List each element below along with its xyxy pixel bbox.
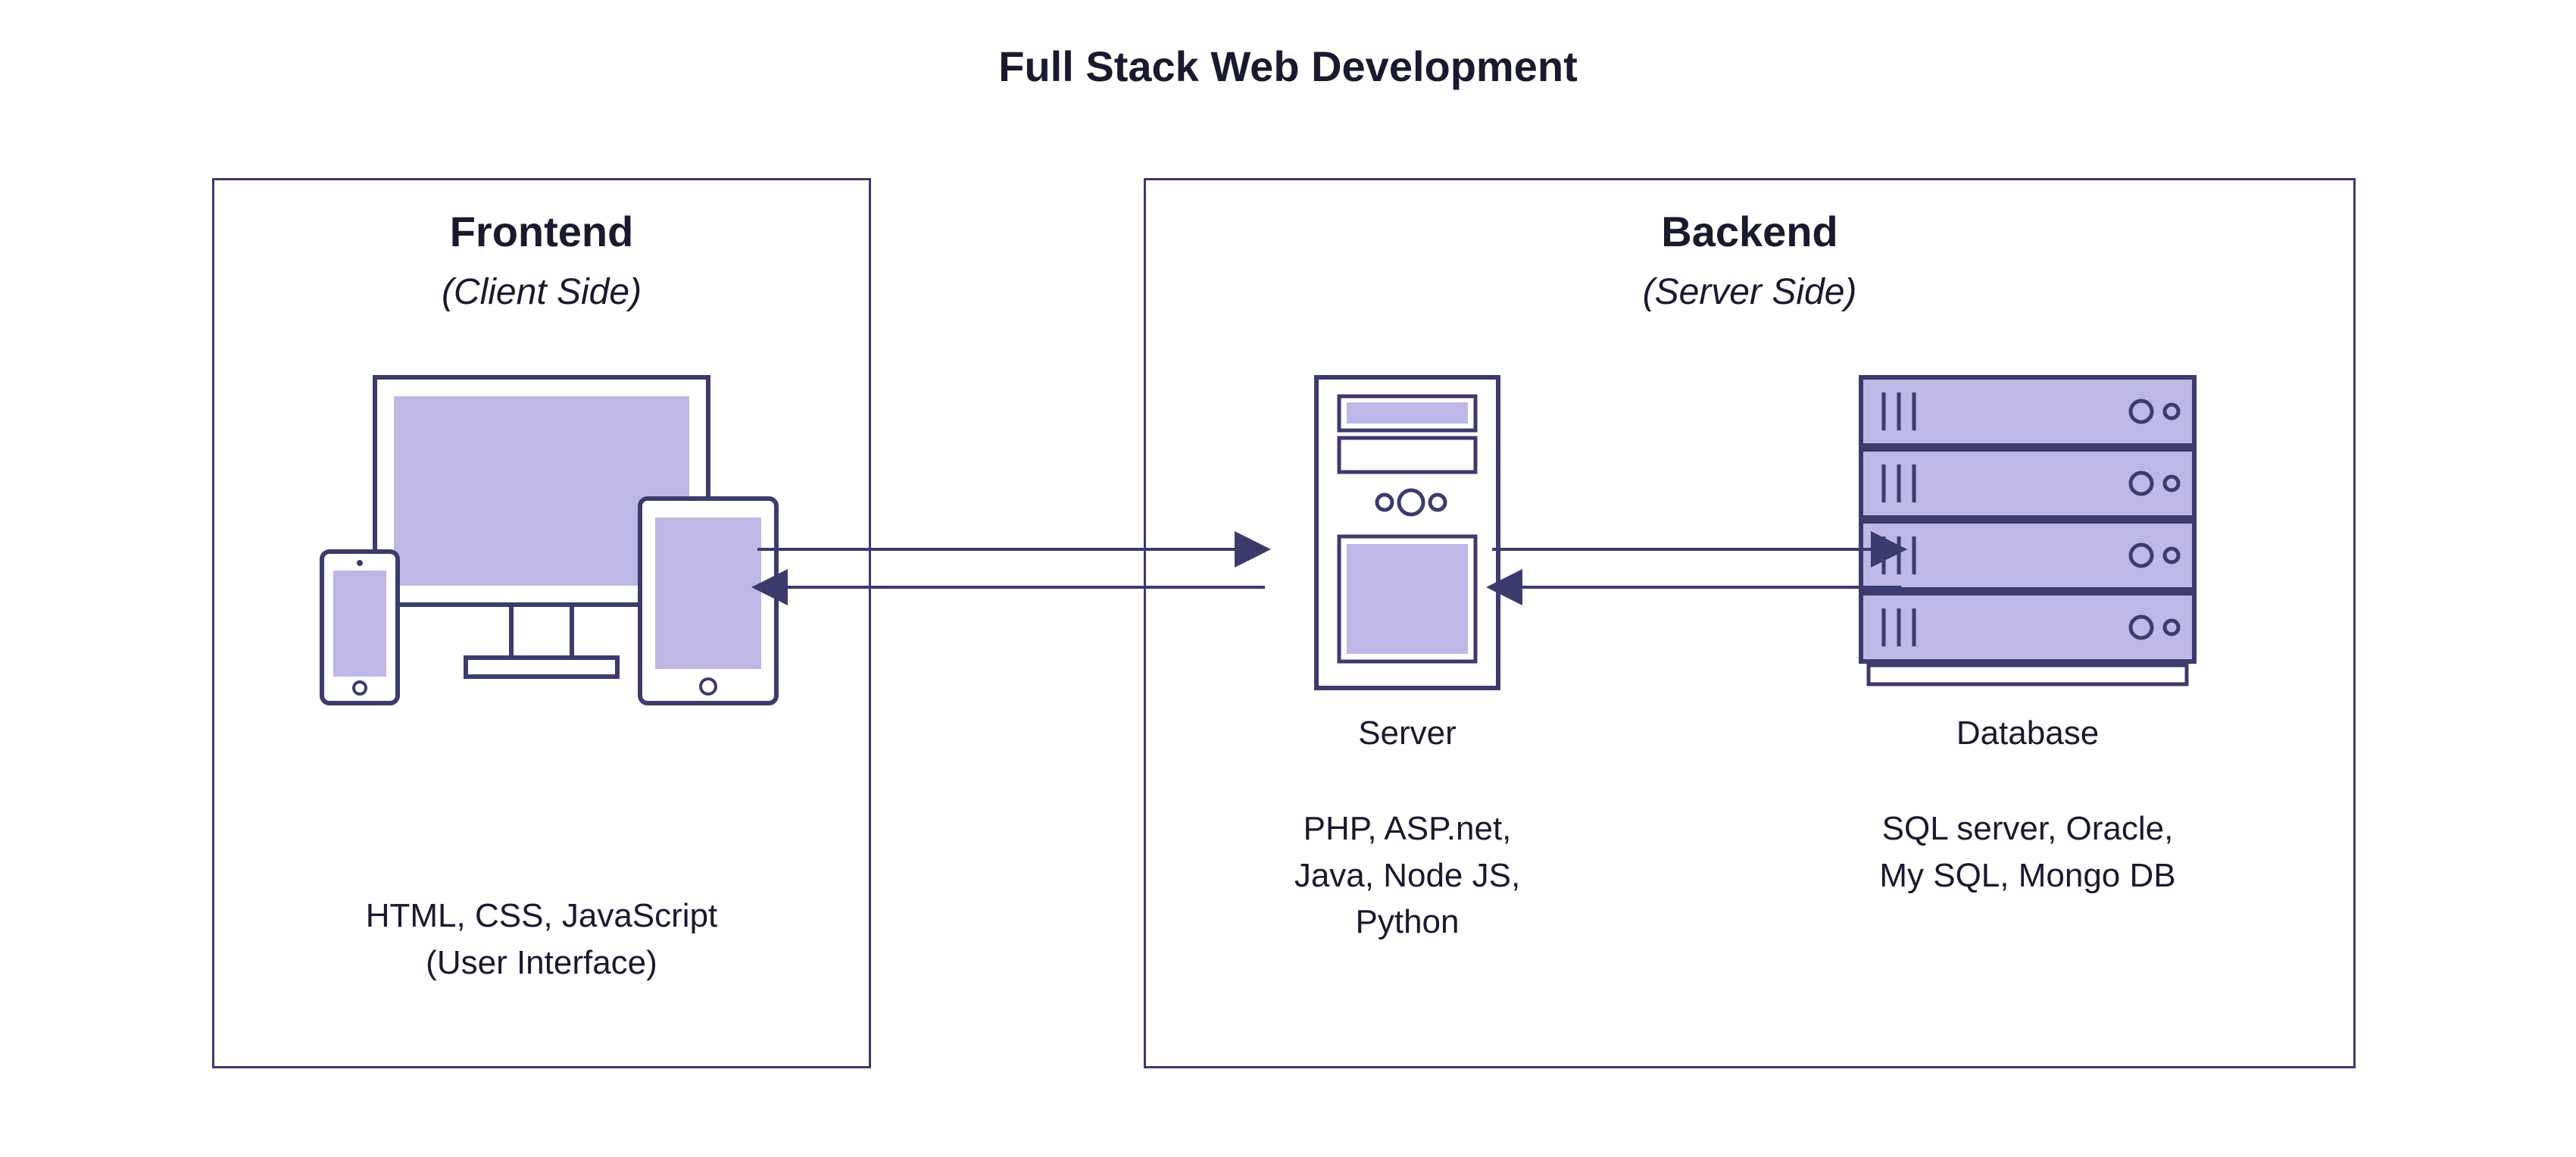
- server-tech-list: PHP, ASP.net, Java, Node JS, Python: [1244, 805, 1570, 946]
- server-tech-line2: Java, Node JS,: [1244, 852, 1570, 899]
- frontend-tech-list: HTML, CSS, JavaScript (User Interface): [214, 893, 869, 986]
- diagram-title: Full Stack Web Development: [0, 42, 2576, 91]
- backend-subtitle: (Server Side): [1146, 271, 2353, 313]
- frontend-panel: Frontend (Client Side): [212, 178, 871, 1068]
- frontend-title: Frontend: [214, 207, 869, 256]
- frontend-backend-arrows: [750, 523, 1272, 614]
- server-label: Server: [1244, 715, 1570, 752]
- database-label: Database: [1800, 715, 2255, 752]
- frontend-tech-line1: HTML, CSS, JavaScript: [214, 893, 869, 940]
- backend-title: Backend: [1146, 207, 2353, 256]
- server-column: Server PHP, ASP.net, Java, Node JS, Pyth…: [1244, 370, 1570, 946]
- phone-icon: [322, 552, 398, 703]
- server-tech-line3: Python: [1244, 899, 1570, 946]
- database-tech-line1: SQL server, Oracle,: [1800, 805, 2255, 852]
- backend-panel: Backend (Server Side) Server PHP, A: [1144, 178, 2356, 1068]
- server-tech-line1: PHP, ASP.net,: [1244, 805, 1570, 852]
- server-database-arrows: [1485, 523, 1909, 614]
- database-column: Database SQL server, Oracle, My SQL, Mon…: [1800, 370, 2255, 899]
- database-tech-line2: My SQL, Mongo DB: [1800, 852, 2255, 899]
- database-tech-list: SQL server, Oracle, My SQL, Mongo DB: [1800, 805, 2255, 899]
- frontend-subtitle: (Client Side): [214, 271, 869, 313]
- frontend-tech-line2: (User Interface): [214, 940, 869, 987]
